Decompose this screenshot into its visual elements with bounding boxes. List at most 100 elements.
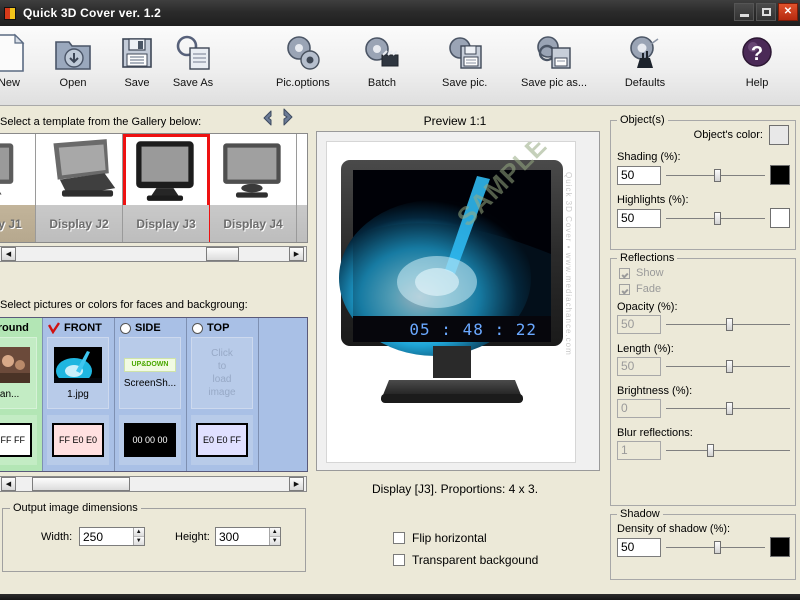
face-color-slot[interactable]: FF E0 E0 <box>47 415 109 465</box>
face-checked-icon[interactable] <box>48 322 60 334</box>
face-radio-button[interactable] <box>192 323 203 334</box>
face-panel-top[interactable]: TOP Clicktoloadimage E0 E0 FF <box>187 318 259 471</box>
height-input[interactable] <box>216 528 269 545</box>
toolbar-button-pic-options[interactable]: Pic.options <box>276 26 330 104</box>
template-gallery[interactable]: Display J1Display J2Display J3Display J4… <box>0 133 308 243</box>
faces-panel[interactable]: groundCan... FF FF FF FRONT1.jpg FF E0 E0 SI… <box>0 317 308 472</box>
face-header[interactable]: TOP <box>189 320 256 336</box>
gallery-scroll-left-button[interactable]: ◀ <box>1 247 16 261</box>
height-spin-arrows[interactable]: ▲ ▼ <box>269 528 280 545</box>
face-thumbnail[interactable] <box>54 347 102 383</box>
transparent-background-checkbox[interactable] <box>393 554 405 566</box>
shadow-density-slider-knob[interactable] <box>714 541 721 554</box>
brightness-value[interactable]: 0 <box>617 399 661 418</box>
highlights-slider[interactable] <box>666 209 765 228</box>
reflections-fade-row[interactable]: Fade <box>611 281 795 297</box>
height-spin-up-icon[interactable]: ▲ <box>270 528 280 537</box>
width-spin-arrows[interactable]: ▲ ▼ <box>133 528 144 545</box>
face-image-placeholder[interactable]: Clicktoloadimage <box>208 347 235 399</box>
reflections-fade-checkbox[interactable] <box>619 284 630 295</box>
length-control[interactable]: 50 <box>611 357 795 381</box>
toolbar-button-open[interactable]: Open <box>52 26 94 104</box>
face-image-slot[interactable]: Clicktoloadimage <box>191 337 253 409</box>
width-spin-up-icon[interactable]: ▲ <box>134 528 144 537</box>
length-slider-knob[interactable] <box>726 360 733 373</box>
preview-canvas[interactable]: 05 : 48 : 22 SAMPLE Quick 3D Cover • www… <box>326 141 576 463</box>
face-header[interactable]: SIDE <box>117 320 184 336</box>
face-thumbnail[interactable]: UP&DOWN <box>124 358 176 372</box>
blur-slider[interactable] <box>666 441 790 460</box>
toolbar-button-save[interactable]: Save <box>116 26 158 104</box>
blur-slider-knob[interactable] <box>707 444 714 457</box>
width-spin-down-icon[interactable]: ▼ <box>134 537 144 545</box>
width-input[interactable] <box>80 528 133 545</box>
brightness-slider[interactable] <box>666 399 790 418</box>
face-image-slot[interactable]: UP&DOWNScreenSh... <box>119 337 181 409</box>
next-arrow-icon[interactable] <box>276 106 298 128</box>
shadow-density-slider[interactable] <box>666 538 765 557</box>
face-color-swatch[interactable]: FF E0 E0 <box>52 423 104 457</box>
close-button[interactable]: ✕ <box>778 3 798 21</box>
toolbar-button-batch[interactable]: Batch <box>361 26 403 104</box>
blur-value[interactable]: 1 <box>617 441 661 460</box>
face-header[interactable]: FRONT <box>45 320 112 336</box>
gallery-item-display-j5[interactable]: Display J5 <box>297 134 308 242</box>
transparent-background-row[interactable]: Transparent backgound <box>393 549 538 571</box>
shadow-color-swatch[interactable] <box>770 537 790 557</box>
shadow-density-control[interactable]: 50 <box>611 537 795 562</box>
reflections-show-row[interactable]: Show <box>611 265 795 281</box>
face-header[interactable]: ground <box>0 320 40 336</box>
face-panel-ground[interactable]: groundCan... FF FF FF <box>0 318 43 471</box>
minimize-button[interactable] <box>734 3 754 21</box>
blur-control[interactable]: 1 <box>611 441 795 465</box>
gallery-scroll-right-button[interactable]: ▶ <box>289 247 304 261</box>
prev-arrow-icon[interactable] <box>258 108 278 128</box>
face-image-slot[interactable]: 1.jpg <box>47 337 109 409</box>
height-stepper[interactable]: ▲ ▼ <box>215 527 281 546</box>
flip-horizontal-checkbox[interactable] <box>393 532 405 544</box>
opacity-slider[interactable] <box>666 315 790 334</box>
face-panel-side[interactable]: SIDEUP&DOWNScreenSh... 00 00 00 <box>115 318 187 471</box>
faces-scroll-thumb[interactable] <box>32 477 130 491</box>
gallery-item-display-j1[interactable]: Display J1 <box>0 134 36 242</box>
gallery-scrollbar[interactable]: ◀ ▶ <box>0 246 307 262</box>
toolbar-button-save-as[interactable]: Save As <box>172 26 214 104</box>
face-color-slot[interactable]: 00 00 00 <box>119 415 181 465</box>
highlights-slider-knob[interactable] <box>714 212 721 225</box>
length-value[interactable]: 50 <box>617 357 661 376</box>
opacity-value[interactable]: 50 <box>617 315 661 334</box>
shading-slider[interactable] <box>666 166 765 185</box>
face-color-swatch[interactable]: E0 E0 FF <box>196 423 248 457</box>
reflections-show-checkbox[interactable] <box>619 268 630 279</box>
toolbar-button-defaults[interactable]: Defaults <box>624 26 666 104</box>
brightness-slider-knob[interactable] <box>726 402 733 415</box>
toolbar-button-save-pic[interactable]: Save pic. <box>442 26 487 104</box>
gallery-item-display-j3[interactable]: Display J3 <box>123 134 210 242</box>
maximize-button[interactable] <box>756 3 776 21</box>
height-spin-down-icon[interactable]: ▼ <box>270 537 280 545</box>
gallery-item-display-j4[interactable]: Display J4 <box>210 134 297 242</box>
gallery-scroll-thumb[interactable] <box>206 247 239 261</box>
faces-scroll-right-button[interactable]: ▶ <box>289 477 304 491</box>
face-radio-button[interactable] <box>120 323 131 334</box>
face-color-swatch[interactable]: FF FF FF <box>0 423 32 457</box>
faces-scroll-left-button[interactable]: ◀ <box>1 477 16 491</box>
shading-slider-knob[interactable] <box>714 169 721 182</box>
toolbar-button-new[interactable]: New <box>0 26 30 104</box>
width-stepper[interactable]: ▲ ▼ <box>79 527 145 546</box>
face-color-swatch[interactable]: 00 00 00 <box>124 423 176 457</box>
face-color-slot[interactable]: E0 E0 FF <box>191 415 253 465</box>
highlights-control[interactable]: 50 <box>611 208 795 233</box>
shading-color-swatch[interactable] <box>770 165 790 185</box>
face-color-slot[interactable]: FF FF FF <box>0 415 37 465</box>
toolbar-button-save-pic-as[interactable]: Save pic as... <box>521 26 587 104</box>
shading-value[interactable]: 50 <box>617 166 661 185</box>
flip-horizontal-row[interactable]: Flip horizontal <box>393 527 538 549</box>
opacity-control[interactable]: 50 <box>611 315 795 339</box>
shadow-density-value[interactable]: 50 <box>617 538 661 557</box>
gallery-item-display-j2[interactable]: Display J2 <box>36 134 123 242</box>
face-image-slot[interactable]: Can... <box>0 337 37 409</box>
highlights-color-swatch[interactable] <box>770 208 790 228</box>
face-panel-front[interactable]: FRONT1.jpg FF E0 E0 <box>43 318 115 471</box>
opacity-slider-knob[interactable] <box>726 318 733 331</box>
